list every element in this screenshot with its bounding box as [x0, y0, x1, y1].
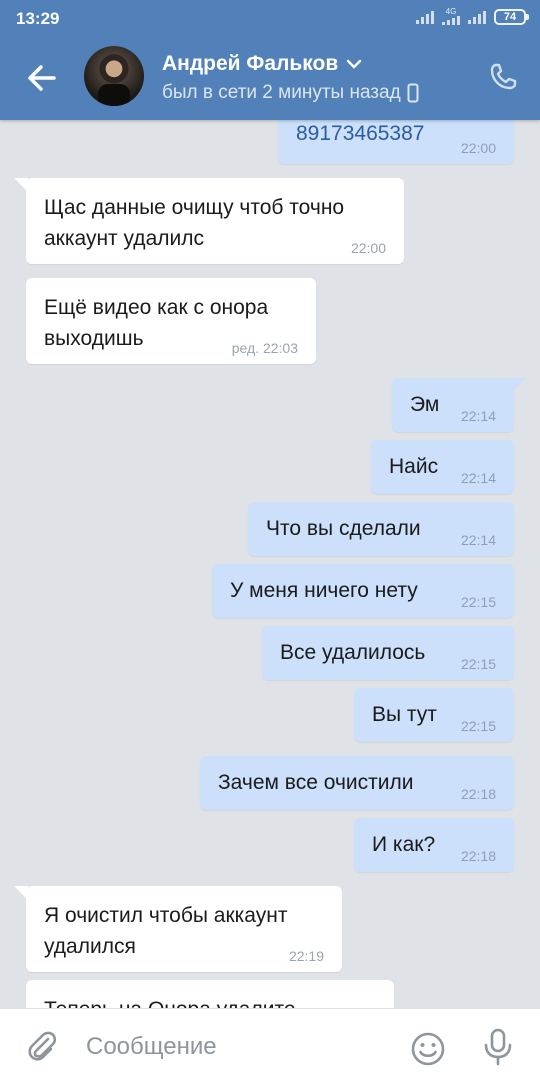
message-outgoing[interactable]: И как? 22:18	[354, 818, 514, 872]
message-list[interactable]: 89173465387 22:00 Щас данные очищу чтоб …	[0, 120, 540, 1008]
signal-icon-2	[442, 16, 460, 25]
message-text: Эм	[410, 393, 440, 416]
contact-status: был в сети 2 минуты назад	[162, 82, 401, 103]
message-time: 22:00	[460, 140, 496, 156]
attach-button[interactable]	[24, 1029, 58, 1068]
message-outgoing[interactable]: Все удалилось 22:15	[262, 626, 514, 680]
message-text: 89173465387	[296, 122, 425, 145]
message-time: 22:18	[460, 786, 496, 802]
status-bar: 13:29 4G 74	[0, 0, 540, 36]
microphone-icon	[484, 1028, 512, 1066]
message-time: 22:15	[460, 718, 496, 734]
bubble-tail	[14, 178, 28, 192]
network-indicator: 4G	[442, 8, 460, 25]
message-incoming[interactable]: Щас данные очищу чтоб точно аккаунт удал…	[14, 178, 404, 264]
message-text: Щас данные очищу чтоб точно аккаунт удал…	[44, 196, 345, 250]
message-time: 22:15	[460, 594, 496, 610]
message-outgoing[interactable]: 89173465387 22:00	[278, 120, 514, 164]
back-arrow-icon	[28, 65, 56, 91]
message-incoming[interactable]: Я очистил чтобы аккаунт удалился 22:19	[14, 886, 342, 972]
message-text: Зачем все очистили	[218, 771, 414, 794]
message-outgoing[interactable]: Что вы сделали 22:14	[248, 502, 514, 556]
message-time: 22:14	[460, 532, 496, 548]
bubble-tail	[14, 886, 28, 900]
back-button[interactable]	[22, 58, 62, 98]
message-outgoing[interactable]: У меня ничего нету 22:15	[212, 564, 514, 618]
mobile-icon	[407, 83, 419, 103]
message-incoming[interactable]: Теперь на Онора удалите	[26, 980, 394, 1008]
contact-status-row: был в сети 2 минуты назад	[162, 82, 419, 104]
message-outgoing[interactable]: Вы тут 22:15	[354, 688, 514, 742]
status-time: 13:29	[16, 9, 60, 28]
message-time: ред. 22:03	[231, 340, 298, 356]
message-text: У меня ничего нету	[230, 579, 418, 602]
paperclip-icon	[28, 1031, 57, 1061]
message-text: Что вы сделали	[266, 517, 421, 540]
battery-icon: 74	[494, 8, 529, 25]
message-incoming[interactable]: Ещё видео как с онора выходишь ред. 22:0…	[26, 278, 316, 364]
message-text: И как?	[372, 833, 436, 856]
voice-message-button[interactable]	[480, 1027, 516, 1072]
message-outgoing[interactable]: Эм 22:14	[392, 378, 526, 432]
message-time: 22:19	[288, 948, 324, 964]
signal-icon	[416, 10, 434, 24]
message-text: Все удалилось	[280, 641, 426, 664]
message-time: 22:15	[460, 656, 496, 672]
network-label: 4G	[445, 7, 457, 16]
message-outgoing[interactable]: Найс 22:14	[371, 440, 514, 494]
message-time: 22:18	[460, 848, 496, 864]
contact-name-row[interactable]: Андрей Фальков	[162, 52, 362, 76]
phone-icon	[490, 63, 517, 90]
message-text: Я очистил чтобы аккаунт удалился	[44, 904, 288, 958]
message-text: Теперь на Онора удалите	[44, 994, 296, 1008]
message-composer: Сообщение	[0, 1008, 540, 1080]
message-time: 22:14	[460, 470, 496, 486]
avatar[interactable]	[84, 46, 144, 106]
message-outgoing[interactable]: Зачем все очистили 22:18	[200, 756, 514, 810]
message-time: 22:00	[350, 240, 386, 256]
chat-header: 13:29 4G 74 Андрей Фальков был в сети 2 …	[0, 0, 540, 120]
emoji-button[interactable]	[410, 1031, 446, 1072]
call-button[interactable]	[488, 62, 518, 97]
status-indicators: 4G 74	[416, 8, 529, 25]
message-time: 22:14	[460, 408, 496, 424]
contact-name: Андрей Фальков	[162, 52, 339, 75]
message-text: Найс	[389, 455, 439, 478]
smile-icon	[411, 1032, 445, 1066]
bubble-tail	[512, 378, 526, 392]
message-text: Вы тут	[372, 703, 437, 726]
chevron-down-icon	[347, 59, 362, 69]
message-input[interactable]: Сообщение	[86, 1033, 217, 1061]
signal-icon-3	[468, 10, 486, 24]
